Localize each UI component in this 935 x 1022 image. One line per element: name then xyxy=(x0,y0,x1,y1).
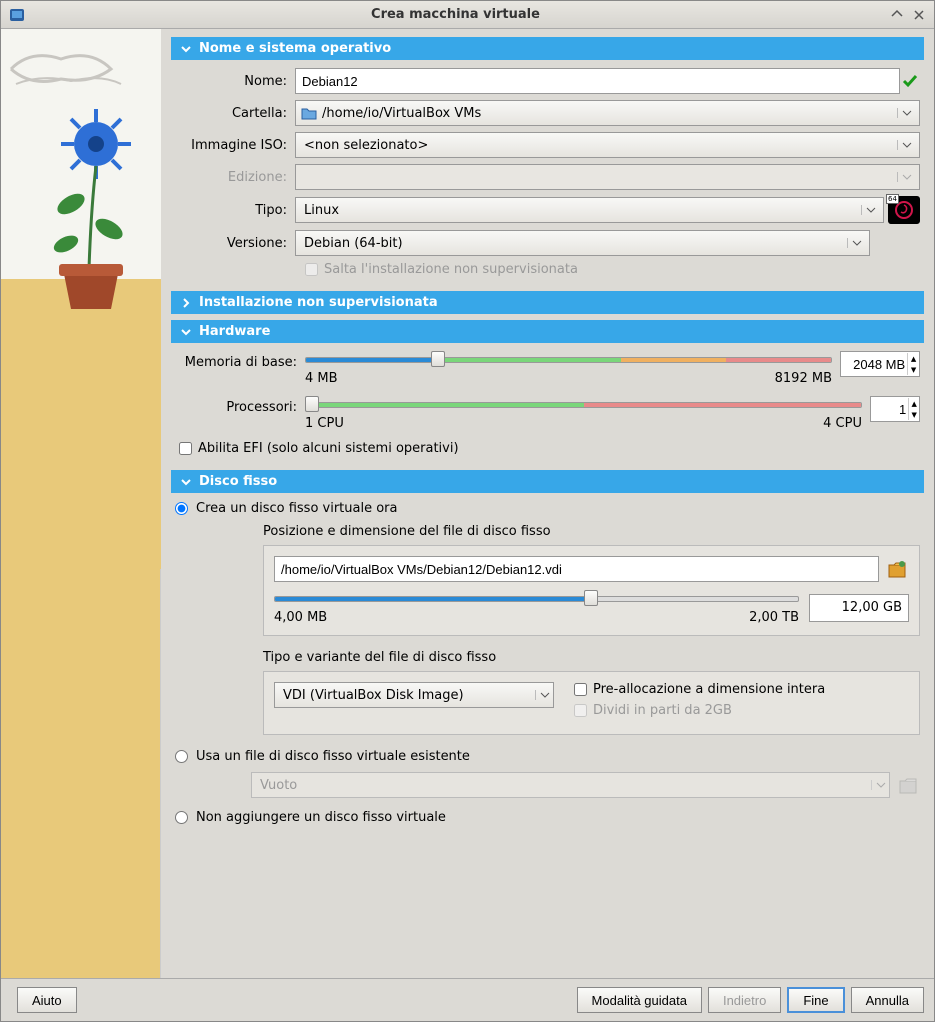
split-row: Dividi in parti da 2GB xyxy=(574,703,909,718)
disk-size-value[interactable]: 12,00 GB xyxy=(809,594,909,622)
spin-up[interactable]: ▲ xyxy=(907,353,919,364)
section-title: Nome e sistema operativo xyxy=(199,41,391,56)
memory-spinbox[interactable]: ▲▼ xyxy=(840,351,920,377)
type-label: Tipo: xyxy=(175,203,295,218)
chevron-down-icon xyxy=(179,42,193,56)
chevron-down-icon xyxy=(897,140,915,150)
folder-value: /home/io/VirtualBox VMs xyxy=(318,106,897,121)
section-title: Installazione non supervisionata xyxy=(199,295,438,310)
chevron-down-icon xyxy=(871,780,889,790)
split-checkbox xyxy=(574,704,587,717)
section-name-os[interactable]: Nome e sistema operativo xyxy=(171,37,924,60)
disk-path-input[interactable] xyxy=(274,556,879,582)
prealloc-checkbox[interactable] xyxy=(574,683,587,696)
section-hardware[interactable]: Hardware xyxy=(171,320,924,343)
chevron-down-icon xyxy=(861,205,879,215)
disk-create-label: Crea un disco fisso virtuale ora xyxy=(196,501,398,516)
disk-existing-radio[interactable] xyxy=(175,750,188,763)
chevron-right-icon xyxy=(179,296,193,310)
disk-size-min: 4,00 MB xyxy=(274,610,327,625)
iso-combo[interactable]: <non selezionato> xyxy=(295,132,920,158)
cpu-value[interactable] xyxy=(871,402,908,417)
type-value: Linux xyxy=(300,203,861,218)
skip-unattended-checkbox xyxy=(305,263,318,276)
efi-label: Abilita EFI (solo alcuni sistemi operati… xyxy=(198,441,459,456)
version-combo[interactable]: Debian (64-bit) xyxy=(295,230,870,256)
prealloc-label: Pre-allocazione a dimensione intera xyxy=(593,682,825,697)
folder-icon xyxy=(300,106,318,120)
chevron-down-icon xyxy=(847,238,865,248)
prealloc-row[interactable]: Pre-allocazione a dimensione intera xyxy=(574,682,909,697)
cpu-min: 1 CPU xyxy=(305,416,344,431)
chevron-down-icon xyxy=(535,690,553,700)
iso-value: <non selezionato> xyxy=(300,138,897,153)
cpu-max: 4 CPU xyxy=(823,416,862,431)
guided-mode-button[interactable]: Modalità guidata xyxy=(577,987,702,1013)
spin-up[interactable]: ▲ xyxy=(908,398,919,409)
spin-down[interactable]: ▼ xyxy=(907,364,919,375)
cpu-slider[interactable] xyxy=(305,396,862,414)
wizard-sidebar xyxy=(1,29,161,978)
efi-checkbox[interactable] xyxy=(179,442,192,455)
disk-size-slider[interactable] xyxy=(274,590,799,608)
back-button: Indietro xyxy=(708,987,781,1013)
cancel-button[interactable]: Annulla xyxy=(851,987,924,1013)
memory-min: 4 MB xyxy=(305,371,338,386)
finish-button[interactable]: Fine xyxy=(787,987,844,1013)
disk-size-max: 2,00 TB xyxy=(749,610,799,625)
disk-existing-label: Usa un file di disco fisso virtuale esis… xyxy=(196,749,470,764)
existing-disk-browse xyxy=(896,773,920,797)
edition-label: Edizione: xyxy=(175,170,295,185)
section-unattended[interactable]: Installazione non supervisionata xyxy=(171,291,924,314)
folder-combo[interactable]: /home/io/VirtualBox VMs xyxy=(295,100,920,126)
app-icon xyxy=(7,5,27,25)
cpu-spinbox[interactable]: ▲▼ xyxy=(870,396,920,422)
chevron-down-icon xyxy=(897,108,915,118)
memory-label: Memoria di base: xyxy=(175,351,305,370)
memory-slider[interactable] xyxy=(305,351,832,369)
os-icon xyxy=(888,196,920,224)
memory-value[interactable] xyxy=(841,357,907,372)
type-combo[interactable]: Linux xyxy=(295,197,884,223)
version-label: Versione: xyxy=(175,236,295,251)
edition-combo xyxy=(295,164,920,190)
disk-type-label: Tipo e variante del file di disco fisso xyxy=(263,650,920,665)
split-label: Dividi in parti da 2GB xyxy=(593,703,732,718)
disk-position-label: Posizione e dimensione del file di disco… xyxy=(263,524,920,539)
chevron-down-icon xyxy=(179,475,193,489)
section-title: Disco fisso xyxy=(199,474,277,489)
footer: Aiuto Modalità guidata Indietro Fine Ann… xyxy=(1,978,934,1021)
folder-label: Cartella: xyxy=(175,106,295,121)
existing-disk-combo: Vuoto xyxy=(251,772,890,798)
existing-disk-value: Vuoto xyxy=(260,778,297,793)
spin-down[interactable]: ▼ xyxy=(908,409,919,420)
section-title: Hardware xyxy=(199,324,270,339)
name-input[interactable] xyxy=(295,68,900,94)
chevron-down-icon xyxy=(179,325,193,339)
version-value: Debian (64-bit) xyxy=(300,236,847,251)
memory-max: 8192 MB xyxy=(775,371,832,386)
minimize-button[interactable] xyxy=(888,6,906,24)
help-button[interactable]: Aiuto xyxy=(17,987,77,1013)
close-button[interactable] xyxy=(910,6,928,24)
disk-create-radio[interactable] xyxy=(175,502,188,515)
disk-browse-button[interactable] xyxy=(885,557,909,581)
disk-format-value: VDI (VirtualBox Disk Image) xyxy=(283,688,464,703)
valid-check-icon xyxy=(900,73,920,89)
disk-format-combo[interactable]: VDI (VirtualBox Disk Image) xyxy=(274,682,554,708)
disk-none-label: Non aggiungere un disco fisso virtuale xyxy=(196,810,446,825)
disk-none-radio[interactable] xyxy=(175,811,188,824)
skip-unattended-label: Salta l'installazione non supervisionata xyxy=(324,262,578,277)
name-label: Nome: xyxy=(175,74,295,89)
chevron-down-icon xyxy=(897,172,915,182)
section-disk[interactable]: Disco fisso xyxy=(171,470,924,493)
iso-label: Immagine ISO: xyxy=(175,138,295,153)
window-title: Crea macchina virtuale xyxy=(27,7,884,22)
cpu-label: Processori: xyxy=(175,396,305,415)
titlebar: Crea macchina virtuale xyxy=(1,1,934,29)
